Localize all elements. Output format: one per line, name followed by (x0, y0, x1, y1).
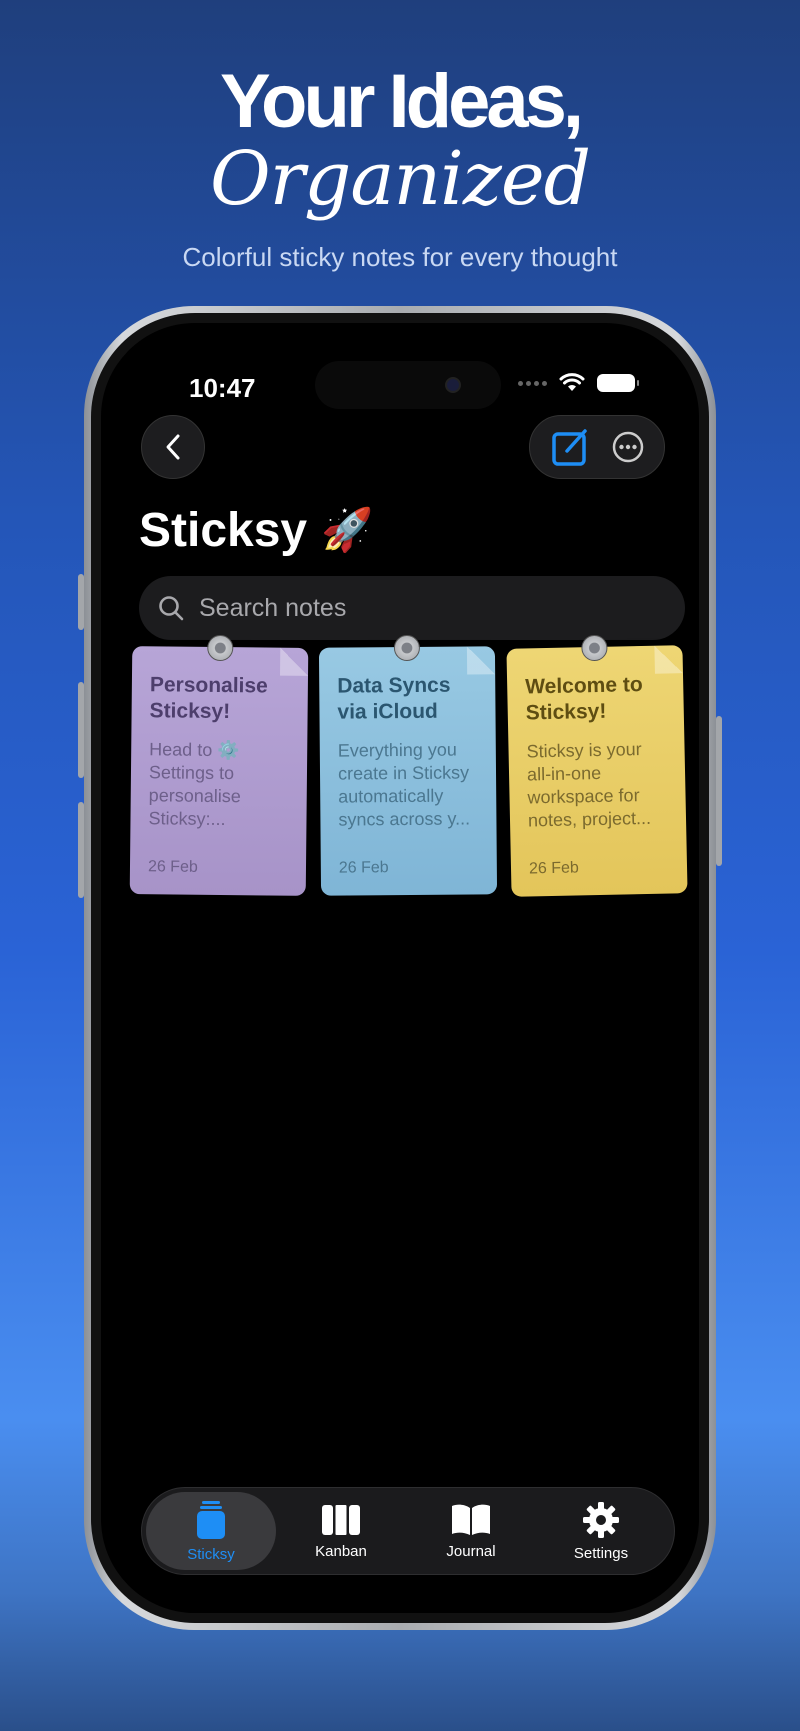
note-date: 26 Feb (147, 858, 198, 876)
phone-action-button (78, 574, 84, 630)
notes-grid: Personalise Sticksy! Head to ⚙️ Settings… (129, 634, 695, 897)
search-icon (159, 596, 184, 621)
note-date: 26 Feb (338, 859, 389, 877)
note-title: Welcome to Sticksy! (524, 673, 643, 725)
status-time: 10:47 (189, 373, 256, 403)
tab-label: Journal (446, 1542, 496, 1560)
tab-label: Kanban (315, 1542, 367, 1560)
phone-volume-up-button (78, 682, 84, 778)
rocket-emoji-icon: 🚀 (321, 506, 374, 553)
tab-label: Settings (573, 1544, 629, 1562)
book-icon (452, 1504, 490, 1535)
compose-icon (552, 429, 587, 466)
note-date: 26 Feb (528, 859, 580, 878)
status-indicators (518, 373, 639, 393)
sticky-note-icon (197, 1500, 225, 1539)
page-title-text: Sticksy (139, 504, 308, 557)
more-button[interactable] (611, 430, 645, 464)
wifi-icon (559, 373, 585, 391)
dynamic-island (315, 361, 501, 409)
ellipsis-circle-icon (612, 431, 644, 463)
gear-icon (583, 1501, 619, 1538)
phone-power-button (716, 716, 722, 866)
page-title: Sticksy 🚀 (139, 503, 373, 558)
pin-icon (393, 634, 421, 662)
headline-line-1: Your Ideas, (219, 59, 584, 144)
search-input[interactable] (199, 593, 639, 623)
note-title: Personalise Sticksy! (149, 673, 268, 724)
phone-volume-down-button (78, 802, 84, 898)
pin-icon (581, 634, 608, 662)
toolbar-actions (529, 415, 665, 479)
marketing-headline: Your Ideas, Organized (0, 59, 800, 222)
phone-frame: 10:47 Sticksy 🚀 Search notes Personalise… (78, 306, 722, 1630)
cellular-dots-icon (518, 380, 547, 386)
tab-settings[interactable]: Settings (536, 1492, 666, 1570)
chevron-left-icon (166, 434, 180, 460)
page-fold (654, 645, 683, 674)
tab-bar: Sticksy Kanban Journal Settings (141, 1487, 675, 1575)
front-camera (445, 377, 461, 393)
page-fold (280, 647, 309, 676)
note-card[interactable]: Data Syncs via iCloud Everything you cre… (318, 634, 498, 896)
note-card[interactable]: Personalise Sticksy! Head to ⚙️ Settings… (129, 634, 309, 896)
headline-line-2: Organized (209, 136, 591, 222)
search-bar[interactable] (139, 576, 685, 640)
compose-button[interactable] (549, 425, 593, 469)
battery-icon (597, 374, 639, 392)
back-button[interactable] (141, 415, 205, 479)
kanban-icon (322, 1504, 360, 1535)
note-body: Sticksy is your all-in-one workspace for… (526, 739, 652, 831)
phone-bezel: 10:47 Sticksy 🚀 Search notes Personalise… (91, 313, 709, 1623)
phone-screen: 10:47 Sticksy 🚀 Search notes Personalise… (101, 323, 699, 1613)
note-body: Everything you create in Sticksy automat… (337, 739, 471, 830)
marketing-subtitle: Colorful sticky notes for every thought (182, 242, 618, 272)
page-fold (466, 646, 496, 675)
note-title: Data Syncs via iCloud (337, 673, 451, 724)
note-card[interactable]: Welcome to Sticksy! Sticksy is your all-… (506, 634, 688, 897)
tab-journal[interactable]: Journal (406, 1492, 536, 1570)
note-body: Head to ⚙️ Settings to personalise Stick… (148, 739, 241, 830)
tab-kanban[interactable]: Kanban (276, 1492, 406, 1570)
pin-icon (207, 634, 234, 662)
tab-label: Sticksy (187, 1545, 235, 1563)
tab-sticksy[interactable]: Sticksy (146, 1492, 276, 1570)
